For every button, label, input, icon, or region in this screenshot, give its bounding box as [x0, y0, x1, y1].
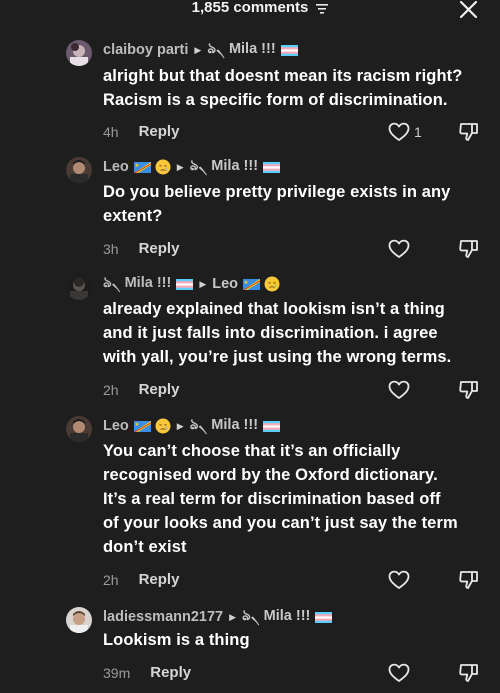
comment-author-line: Leo ▶ ঌ৲ Mila !!! [103, 414, 281, 438]
dislike-icon[interactable] [458, 238, 480, 260]
comment-text: Do you believe pretty privilege exists i… [103, 183, 451, 225]
avatar[interactable] [66, 607, 92, 633]
reply-arrow-icon: ▶ [176, 161, 184, 172]
reply-to-user[interactable]: ঌ৲ Mila !!! [242, 605, 310, 629]
dislike-icon[interactable] [458, 662, 480, 684]
trans-flag-icon [263, 420, 281, 432]
comment-author-line: claiboy parti ▶ ঌ৲ Mila !!! [103, 38, 298, 62]
trans-flag-icon [176, 278, 194, 290]
comment-text: already explained that lookism isn’t a t… [103, 300, 452, 366]
avatar[interactable] [66, 40, 92, 66]
heart-icon[interactable] [388, 239, 410, 259]
sort-filter-icon[interactable] [316, 3, 328, 14]
comment-author[interactable]: Leo [103, 159, 129, 175]
comment-author-line: ঌ৲ Mila !!! ▶ Leo [103, 272, 280, 296]
comment-author[interactable]: ladiessmann2177 [103, 609, 223, 625]
dislike-icon[interactable] [458, 569, 480, 591]
drc-flag-icon [133, 161, 151, 173]
comment-text: You can’t choose that it’s an officially… [103, 442, 458, 556]
comments-count-title: 1,855 comments [191, 0, 309, 16]
comment-meta: 2h Reply [103, 571, 179, 588]
trans-flag-icon [280, 44, 298, 56]
comment-time: 4h [103, 123, 119, 140]
dislike-icon[interactable] [458, 379, 480, 401]
trans-flag-icon [315, 611, 333, 623]
comment-author-line: Leo ▶ ঌ৲ Mila !!! [103, 155, 281, 179]
comment-meta: 3h Reply [103, 240, 179, 257]
drc-flag-icon [243, 278, 261, 290]
avatar[interactable] [66, 416, 92, 442]
comment-author[interactable]: claiboy parti [103, 42, 188, 58]
reply-button[interactable]: Reply [139, 381, 180, 398]
reply-button[interactable]: Reply [139, 240, 180, 257]
heart-icon[interactable] [388, 570, 410, 590]
avatar[interactable] [66, 274, 92, 300]
sad-face-emoji-icon [264, 276, 280, 292]
reply-button[interactable]: Reply [139, 571, 180, 588]
comment-author[interactable]: Leo [103, 418, 129, 434]
reply-arrow-icon: ▶ [229, 611, 237, 622]
dislike-icon[interactable] [458, 121, 480, 143]
comment-time: 3h [103, 240, 119, 257]
avatar[interactable] [66, 157, 92, 183]
like-count: 1 [414, 124, 422, 140]
comment-text: alright but that doesnt mean its racism … [103, 67, 463, 109]
reply-button[interactable]: Reply [139, 123, 180, 140]
drc-flag-icon [133, 420, 151, 432]
comment-meta: 2h Reply [103, 381, 179, 398]
comments-header: 1,855 comments [0, 0, 500, 22]
heart-icon[interactable] [388, 122, 410, 142]
sad-face-emoji-icon [155, 418, 171, 434]
reply-arrow-icon: ▶ [199, 278, 207, 289]
comment-time: 2h [103, 381, 119, 398]
close-icon[interactable] [459, 0, 478, 19]
reply-to-user[interactable]: ঌ৲ Mila !!! [207, 38, 275, 62]
comment-meta: 39m Reply [103, 664, 191, 681]
trans-flag-icon [263, 161, 281, 173]
reply-to-user[interactable]: ঌ৲ Mila !!! [190, 155, 258, 179]
heart-icon[interactable] [388, 380, 410, 400]
comment-author[interactable]: ঌ৲ Mila !!! [103, 272, 171, 296]
reply-arrow-icon: ▶ [176, 420, 184, 431]
reply-arrow-icon: ▶ [194, 44, 202, 55]
comment-time: 2h [103, 571, 119, 588]
reply-button[interactable]: Reply [150, 664, 191, 681]
reply-to-user[interactable]: Leo [212, 276, 238, 292]
comment-author-line: ladiessmann2177 ▶ ঌ৲ Mila !!! [103, 605, 333, 629]
sad-face-emoji-icon [155, 159, 171, 175]
heart-icon[interactable] [388, 663, 410, 683]
comment-meta: 4h Reply [103, 123, 179, 140]
comment-time: 39m [103, 664, 131, 681]
comment-text: Lookism is a thing [103, 631, 250, 649]
reply-to-user[interactable]: ঌ৲ Mila !!! [190, 414, 258, 438]
